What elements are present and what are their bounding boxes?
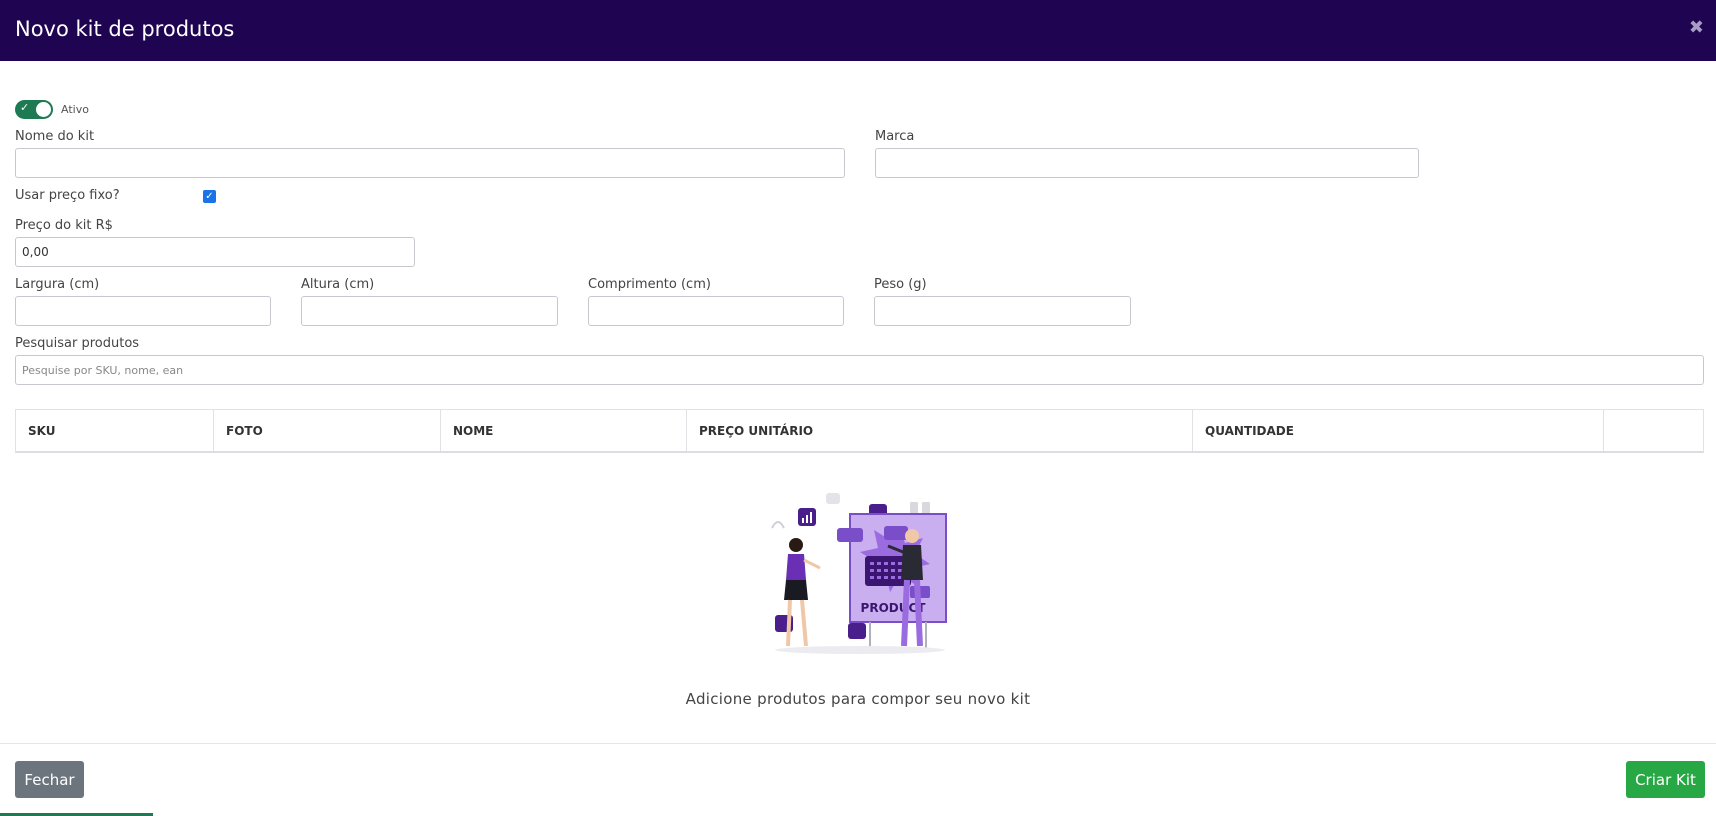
column-photo: FOTO [214,410,441,451]
kit-price-input[interactable] [15,237,415,267]
height-input[interactable] [301,296,558,326]
modal-title: Novo kit de produtos [15,17,235,41]
check-icon: ✓ [20,101,30,114]
toggle-knob [36,102,51,117]
close-icon[interactable]: ✖ [1689,18,1704,38]
active-toggle[interactable]: ✓ [15,100,53,119]
fixed-price-checkbox[interactable]: ✓ [203,190,216,203]
length-input[interactable] [588,296,844,326]
modal-header: Novo kit de produtos ✖ [0,0,1716,61]
empty-state-illustration: PRODUCT [771,493,947,654]
column-sku: SKU [16,410,214,451]
width-input[interactable] [15,296,271,326]
gamepad-icon [848,623,866,639]
height-label: Altura (cm) [301,277,375,292]
play-icon [826,493,840,504]
column-quantity: QUANTIDADE [1193,410,1604,451]
kit-price-label: Preço do kit R$ [15,218,113,233]
man-figure [905,529,919,543]
headphones-icon [771,521,785,529]
empty-state-message: Adicione produtos para compor seu novo k… [685,690,1031,708]
weight-label: Peso (g) [874,277,927,292]
kit-name-label: Nome do kit [15,129,95,144]
search-label: Pesquisar produtos [15,336,140,351]
column-actions [1604,410,1703,451]
column-name: NOME [441,410,687,451]
width-label: Largura (cm) [15,277,100,292]
products-table-header: SKU FOTO NOME PREÇO UNITÁRIO QUANTIDADE [15,409,1704,453]
column-unit-price: PREÇO UNITÁRIO [687,410,1193,451]
active-label: Ativo [61,103,89,116]
woman-figure [789,538,803,552]
search-input[interactable] [15,355,1704,385]
footer-divider [0,743,1716,744]
weight-input[interactable] [874,296,1131,326]
close-button[interactable]: Fechar [15,761,84,798]
brand-label: Marca [875,129,915,144]
fixed-price-label: Usar preço fixo? [15,188,120,203]
brand-input[interactable] [875,148,1419,178]
length-label: Comprimento (cm) [588,277,711,292]
kit-name-input[interactable] [15,148,845,178]
create-kit-button[interactable]: Criar Kit [1626,761,1705,798]
